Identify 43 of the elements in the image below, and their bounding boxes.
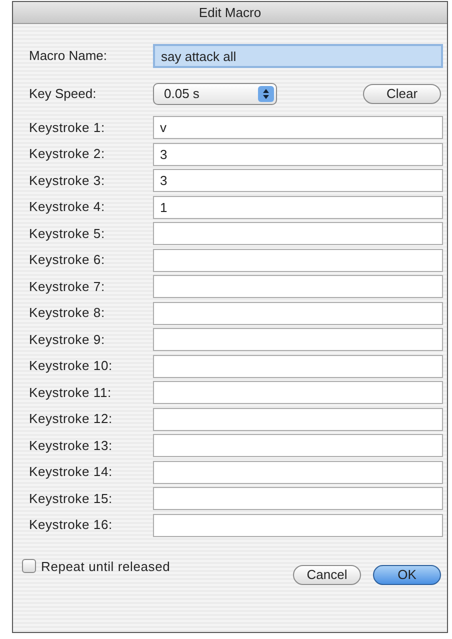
checkbox-label: Repeat until released bbox=[41, 558, 170, 576]
keystroke-field[interactable] bbox=[153, 248, 443, 272]
keystroke-label: Keystroke 16: bbox=[29, 516, 114, 534]
keystroke-field[interactable] bbox=[153, 302, 443, 324]
keystroke-field[interactable]: v bbox=[153, 116, 443, 139]
keystroke-label: Keystroke 11: bbox=[29, 384, 112, 402]
keystroke-field[interactable] bbox=[153, 434, 443, 457]
keystroke-field[interactable]: 3 bbox=[153, 142, 443, 166]
window-title: Edit Macro bbox=[198, 4, 262, 22]
keystroke-label: Keystroke 10: bbox=[29, 357, 114, 376]
ok-button[interactable]: OK bbox=[373, 564, 441, 584]
keystroke-label: Keystroke 9: bbox=[29, 330, 106, 349]
stepper-arrows-icon bbox=[258, 86, 274, 102]
keystroke-label: Keystroke 14: bbox=[29, 463, 114, 482]
keystroke-label: Keystroke 3: bbox=[29, 172, 106, 190]
keystroke-label: Keystroke 15: bbox=[29, 490, 114, 508]
keystroke-label: Keystroke 8: bbox=[29, 304, 106, 322]
keystroke-label: Keystroke 2: bbox=[29, 145, 106, 164]
keystroke-label: Keystroke 7: bbox=[29, 278, 106, 296]
keystroke-label: Keystroke 13: bbox=[29, 436, 114, 455]
keystroke-field[interactable] bbox=[153, 381, 443, 404]
keystroke-label: Keystroke 12: bbox=[29, 410, 114, 428]
keystroke-label: Keystroke 5: bbox=[29, 224, 106, 243]
cancel-button[interactable]: Cancel bbox=[293, 564, 361, 584]
keystroke-field[interactable] bbox=[153, 275, 443, 298]
field-label: Key Speed: bbox=[29, 85, 98, 104]
keystroke-field[interactable] bbox=[153, 460, 443, 484]
keystroke-field[interactable]: 3 bbox=[153, 169, 443, 192]
keystroke-field[interactable] bbox=[153, 514, 443, 536]
keystroke-field[interactable] bbox=[153, 354, 443, 378]
keystroke-label: Keystroke 4: bbox=[29, 198, 106, 216]
macro-name-field[interactable]: say attack all bbox=[153, 44, 443, 68]
keystroke-field[interactable] bbox=[153, 222, 443, 245]
key-speed-popup[interactable]: 0.05 s bbox=[153, 83, 277, 105]
clear-button[interactable]: Clear bbox=[363, 84, 441, 104]
keystroke-field[interactable] bbox=[153, 408, 443, 430]
keystroke-field[interactable]: 1 bbox=[153, 196, 443, 218]
repeat-checkbox[interactable] bbox=[22, 559, 36, 574]
keystroke-label: Keystroke 6: bbox=[29, 251, 106, 270]
field-label: Macro Name: bbox=[29, 47, 108, 66]
keystroke-field[interactable] bbox=[153, 328, 443, 351]
keystroke-field[interactable] bbox=[153, 487, 443, 510]
keystroke-label: Keystroke 1: bbox=[29, 118, 106, 137]
